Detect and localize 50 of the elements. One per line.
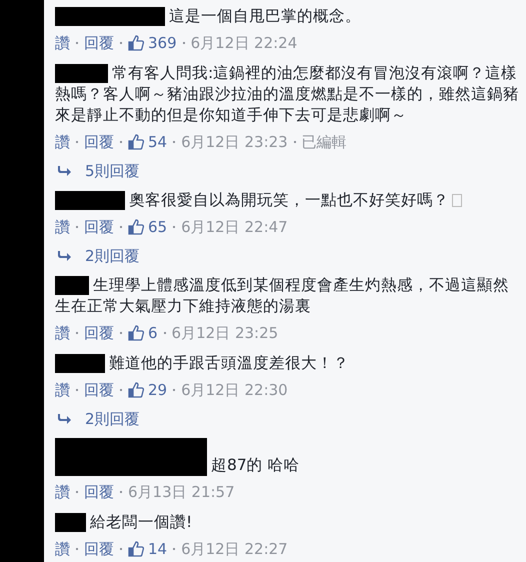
comment-text: 難道他的手跟舌頭溫度差很大！？	[109, 353, 349, 374]
like-link[interactable]: 讚	[55, 537, 70, 561]
replies-link[interactable]: 5則回覆	[85, 160, 140, 182]
comment-text: 常有客人問我:這鍋裡的油怎麼都沒有冒泡沒有滾啊？這樣	[112, 63, 518, 84]
reply-link[interactable]: 回覆	[84, 378, 114, 402]
like-count[interactable]: 54	[148, 130, 168, 154]
reply-link[interactable]: 回覆	[84, 31, 114, 55]
like-link[interactable]: 讚	[55, 31, 70, 55]
comment-time[interactable]: 6月12日 22:30	[181, 378, 288, 402]
comment-text: 這是一個自甩巴掌的概念。	[169, 6, 361, 27]
reply-link[interactable]: 回覆	[84, 537, 114, 561]
like-link[interactable]: 讚	[55, 480, 70, 504]
thumbs-up-icon[interactable]	[128, 35, 144, 51]
comment-text: 來是靜止不動的但是你知道手伸下去可是悲劇啊～	[55, 105, 407, 126]
like-count[interactable]: 29	[148, 378, 168, 402]
comment-text: 生在正常大氣壓力下維持液態的湯裏	[55, 296, 311, 317]
comment-time[interactable]: 6月12日 22:24	[190, 31, 298, 55]
comment-time[interactable]: 6月12日 23:23	[181, 130, 288, 154]
reply-link[interactable]: 回覆	[84, 480, 114, 504]
like-count[interactable]: 369	[148, 31, 177, 55]
reply-link[interactable]: 回覆	[84, 130, 114, 154]
comment-time[interactable]: 6月12日 23:25	[172, 321, 278, 345]
thumbs-up-icon[interactable]	[128, 382, 144, 398]
replies-link[interactable]: 2則回覆	[85, 245, 140, 267]
like-count[interactable]: 6	[148, 321, 158, 345]
like-link[interactable]: 讚	[55, 130, 70, 154]
thumbs-up-icon[interactable]	[128, 325, 144, 341]
reply-arrow-icon[interactable]	[57, 165, 71, 177]
like-link[interactable]: 讚	[55, 215, 70, 239]
comment-text: 給老闆一個讚!	[90, 512, 192, 533]
reply-arrow-icon[interactable]	[57, 250, 71, 262]
like-link[interactable]: 讚	[55, 378, 70, 402]
thumbs-up-icon[interactable]	[128, 219, 144, 235]
reply-link[interactable]: 回覆	[84, 215, 114, 239]
comment-text: 奧客很愛自以為開玩笑，一點也不好笑好嗎？	[129, 190, 449, 211]
reply-link[interactable]: 回覆	[84, 321, 114, 345]
edited-label[interactable]: 已編輯	[302, 130, 347, 154]
like-link[interactable]: 讚	[55, 321, 70, 345]
comment-time[interactable]: 6月12日 22:47	[181, 215, 288, 239]
comment-text: 超87的 哈哈	[211, 455, 300, 476]
thumbs-up-icon[interactable]	[128, 541, 144, 557]
comment-time[interactable]: 6月12日 22:27	[181, 537, 288, 561]
comment-time[interactable]: 6月13日 21:57	[128, 480, 235, 504]
like-count[interactable]: 14	[148, 537, 168, 561]
like-count[interactable]: 65	[148, 215, 168, 239]
replies-link[interactable]: 2則回覆	[85, 408, 140, 430]
comment-text: 熱嗎？客人啊～豬油跟沙拉油的溫度燃點是不一樣的，雖然這鍋豬	[55, 84, 519, 105]
reply-arrow-icon[interactable]	[57, 413, 71, 425]
comment-text: 生理學上體感溫度低到某個程度會產生灼熱感，不過這顯然	[93, 275, 509, 296]
thumbs-up-icon[interactable]	[128, 134, 144, 150]
